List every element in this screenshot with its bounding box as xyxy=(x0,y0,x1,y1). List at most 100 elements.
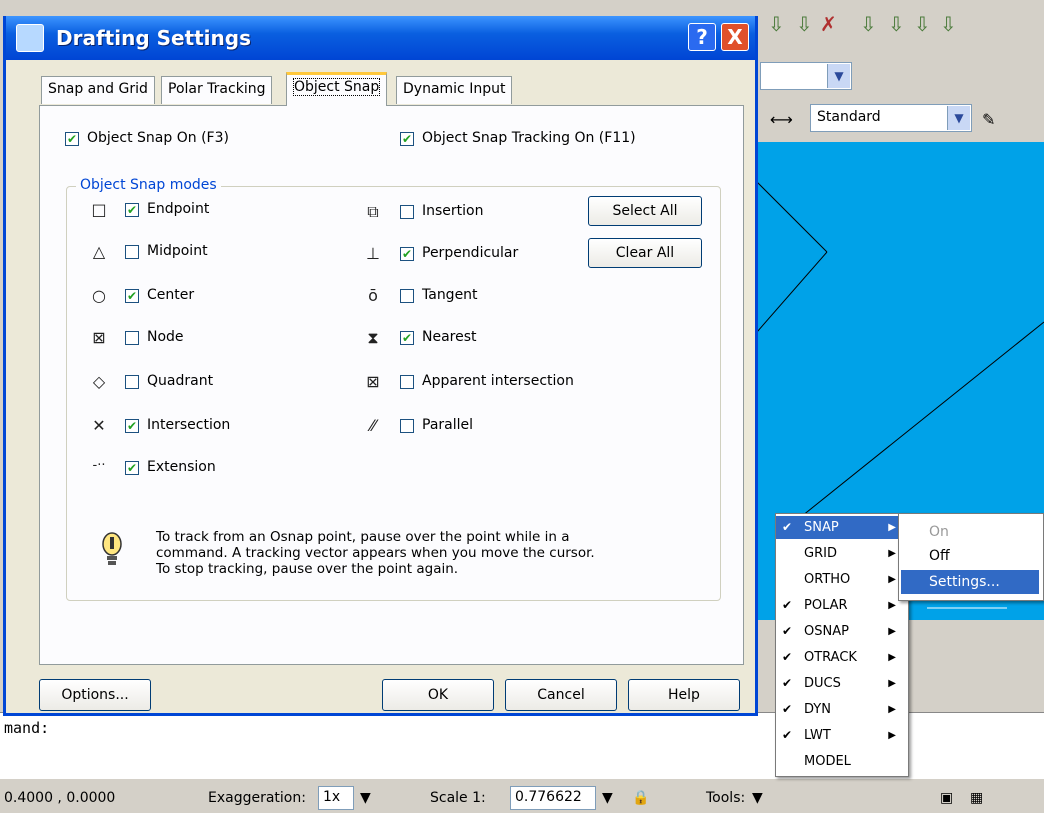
menu-item-label: GRID xyxy=(804,546,837,561)
center-checkbox[interactable]: ✔ xyxy=(125,289,139,303)
tangent-label[interactable]: Tangent xyxy=(422,287,478,303)
scale-field[interactable]: 0.776622 xyxy=(510,786,596,810)
chevron-down-icon[interactable]: ▼ xyxy=(827,64,850,88)
status-tools-label[interactable]: Tools: xyxy=(706,790,745,806)
menu-item-model[interactable]: MODEL xyxy=(776,750,906,773)
menu-item-label: DYN xyxy=(804,702,831,717)
submenu-item-settings[interactable]: Settings... xyxy=(901,570,1039,594)
lock-icon[interactable]: 🔒 xyxy=(632,790,649,806)
chevron-down-icon[interactable]: ▼ xyxy=(752,790,763,806)
endpoint-checkbox[interactable]: ✔ xyxy=(125,203,139,217)
toolbar-tool-icon[interactable]: ⇩ xyxy=(940,12,957,36)
menu-item-label: MODEL xyxy=(804,754,851,769)
toolbar-tool-icon[interactable]: ⇩ xyxy=(888,12,905,36)
menu-item-snap[interactable]: ✔ SNAP ▶ xyxy=(776,516,906,539)
help-button[interactable]: Help xyxy=(628,679,740,711)
chevron-down-icon[interactable]: ▼ xyxy=(360,790,371,806)
quadrant-checkbox[interactable] xyxy=(125,375,139,389)
tab-polar-tracking[interactable]: Polar Tracking xyxy=(161,76,273,104)
menu-item-lwt[interactable]: ✔ LWT ▶ xyxy=(776,724,906,747)
options-button[interactable]: Options... xyxy=(39,679,151,711)
submenu-item-on[interactable]: On xyxy=(901,520,1039,544)
check-icon: ✔ xyxy=(782,624,793,638)
check-icon: ✔ xyxy=(782,676,793,690)
tab-object-snap[interactable]: Object Snap xyxy=(286,72,388,106)
titlebar-help-button[interactable]: ? xyxy=(688,23,716,51)
dimstyle-combo[interactable]: Standard ▼ xyxy=(810,104,972,132)
center-label[interactable]: Center xyxy=(147,287,194,303)
menu-item-ducs[interactable]: ✔ DUCS ▶ xyxy=(776,672,906,695)
menu-item-polar[interactable]: ✔ POLAR ▶ xyxy=(776,594,906,617)
menu-item-label: OSNAP xyxy=(804,624,849,639)
status-tray-icon[interactable]: ▦ xyxy=(970,790,983,806)
drafting-settings-dialog: Drafting Settings ? X Snap and Grid Pola… xyxy=(3,16,758,716)
parallel-checkbox[interactable] xyxy=(400,419,414,433)
check-icon: ✔ xyxy=(782,728,793,742)
lightbulb-icon xyxy=(102,532,122,565)
tab-label: Polar Tracking xyxy=(168,81,266,97)
nearest-label[interactable]: Nearest xyxy=(422,329,477,345)
otrack-on-checkbox[interactable]: ✔ xyxy=(400,132,414,146)
insertion-checkbox[interactable] xyxy=(400,205,414,219)
status-coords: 0.4000 , 0.0000 xyxy=(4,790,116,806)
midpoint-label[interactable]: Midpoint xyxy=(147,243,208,259)
node-label[interactable]: Node xyxy=(147,329,184,345)
insertion-label[interactable]: Insertion xyxy=(422,203,483,219)
select-all-button[interactable]: Select All xyxy=(588,196,702,226)
intersection-checkbox[interactable]: ✔ xyxy=(125,419,139,433)
extension-checkbox[interactable]: ✔ xyxy=(125,461,139,475)
toolbar-tool-icon[interactable]: ⇩ xyxy=(860,12,877,36)
toolbar-tool-icon[interactable]: ⇩ xyxy=(914,12,931,36)
dialog-title: Drafting Settings xyxy=(56,26,251,50)
toolbar-tool-icon[interactable]: ✗ xyxy=(820,12,837,36)
dimstyle-manager-icon[interactable]: ✎ xyxy=(982,110,995,129)
tangent-checkbox[interactable] xyxy=(400,289,414,303)
submenu-item-off[interactable]: Off xyxy=(901,544,1039,568)
submenu-arrow-icon: ▶ xyxy=(888,626,896,637)
apparent-intersection-checkbox[interactable] xyxy=(400,375,414,389)
chevron-down-icon[interactable]: ▼ xyxy=(947,106,970,130)
toolbar-tool-icon[interactable]: ⇩ xyxy=(796,12,813,36)
submenu-arrow-icon: ▶ xyxy=(888,678,896,689)
ok-button[interactable]: OK xyxy=(382,679,494,711)
group-title: Object Snap modes xyxy=(76,177,221,193)
close-button[interactable]: X xyxy=(721,23,749,51)
tab-dynamic-input[interactable]: Dynamic Input xyxy=(396,76,513,104)
tab-snap-and-grid[interactable]: Snap and Grid xyxy=(41,76,155,104)
apparent-intersection-label[interactable]: Apparent intersection xyxy=(422,373,574,389)
parallel-label[interactable]: Parallel xyxy=(422,417,473,433)
exaggeration-field[interactable]: 1x xyxy=(318,786,354,810)
midpoint-checkbox[interactable] xyxy=(125,245,139,259)
perpendicular-label[interactable]: Perpendicular xyxy=(422,245,518,261)
midpoint-snap-icon: △ xyxy=(92,242,106,261)
center-snap-icon: ○ xyxy=(92,286,106,305)
intersection-label[interactable]: Intersection xyxy=(147,417,230,433)
check-icon: ✔ xyxy=(782,520,793,534)
clear-all-button[interactable]: Clear All xyxy=(588,238,702,268)
node-snap-icon: ⊠ xyxy=(92,328,106,347)
osnap-on-checkbox[interactable]: ✔ xyxy=(65,132,79,146)
osnap-on-label[interactable]: Object Snap On (F3) xyxy=(87,130,229,146)
insertion-snap-icon: ⧉ xyxy=(367,202,379,221)
otrack-on-label[interactable]: Object Snap Tracking On (F11) xyxy=(422,130,636,146)
status-tray-icon[interactable]: ▣ xyxy=(940,790,953,806)
menu-item-otrack[interactable]: ✔ OTRACK ▶ xyxy=(776,646,906,669)
command-prompt: mand: xyxy=(4,719,50,737)
nearest-checkbox[interactable]: ✔ xyxy=(400,331,414,345)
dimstyle-icon[interactable]: ⟷ xyxy=(770,110,793,129)
layer-combo[interactable]: ▼ xyxy=(760,62,852,90)
menu-item-osnap[interactable]: ✔ OSNAP ▶ xyxy=(776,620,906,643)
node-checkbox[interactable] xyxy=(125,331,139,345)
extension-label[interactable]: Extension xyxy=(147,459,216,475)
toolbar-tool-icon[interactable]: ⇩ xyxy=(768,12,785,36)
menu-item-ortho[interactable]: ORTHO ▶ xyxy=(776,568,906,591)
menu-item-dyn[interactable]: ✔ DYN ▶ xyxy=(776,698,906,721)
dialog-titlebar[interactable]: Drafting Settings ? X xyxy=(6,16,755,60)
menu-item-grid[interactable]: GRID ▶ xyxy=(776,542,906,565)
snap-submenu: On Off Settings... xyxy=(898,513,1044,601)
chevron-down-icon[interactable]: ▼ xyxy=(602,790,613,806)
quadrant-label[interactable]: Quadrant xyxy=(147,373,213,389)
cancel-button[interactable]: Cancel xyxy=(505,679,617,711)
perpendicular-checkbox[interactable]: ✔ xyxy=(400,247,414,261)
endpoint-label[interactable]: Endpoint xyxy=(147,201,209,217)
